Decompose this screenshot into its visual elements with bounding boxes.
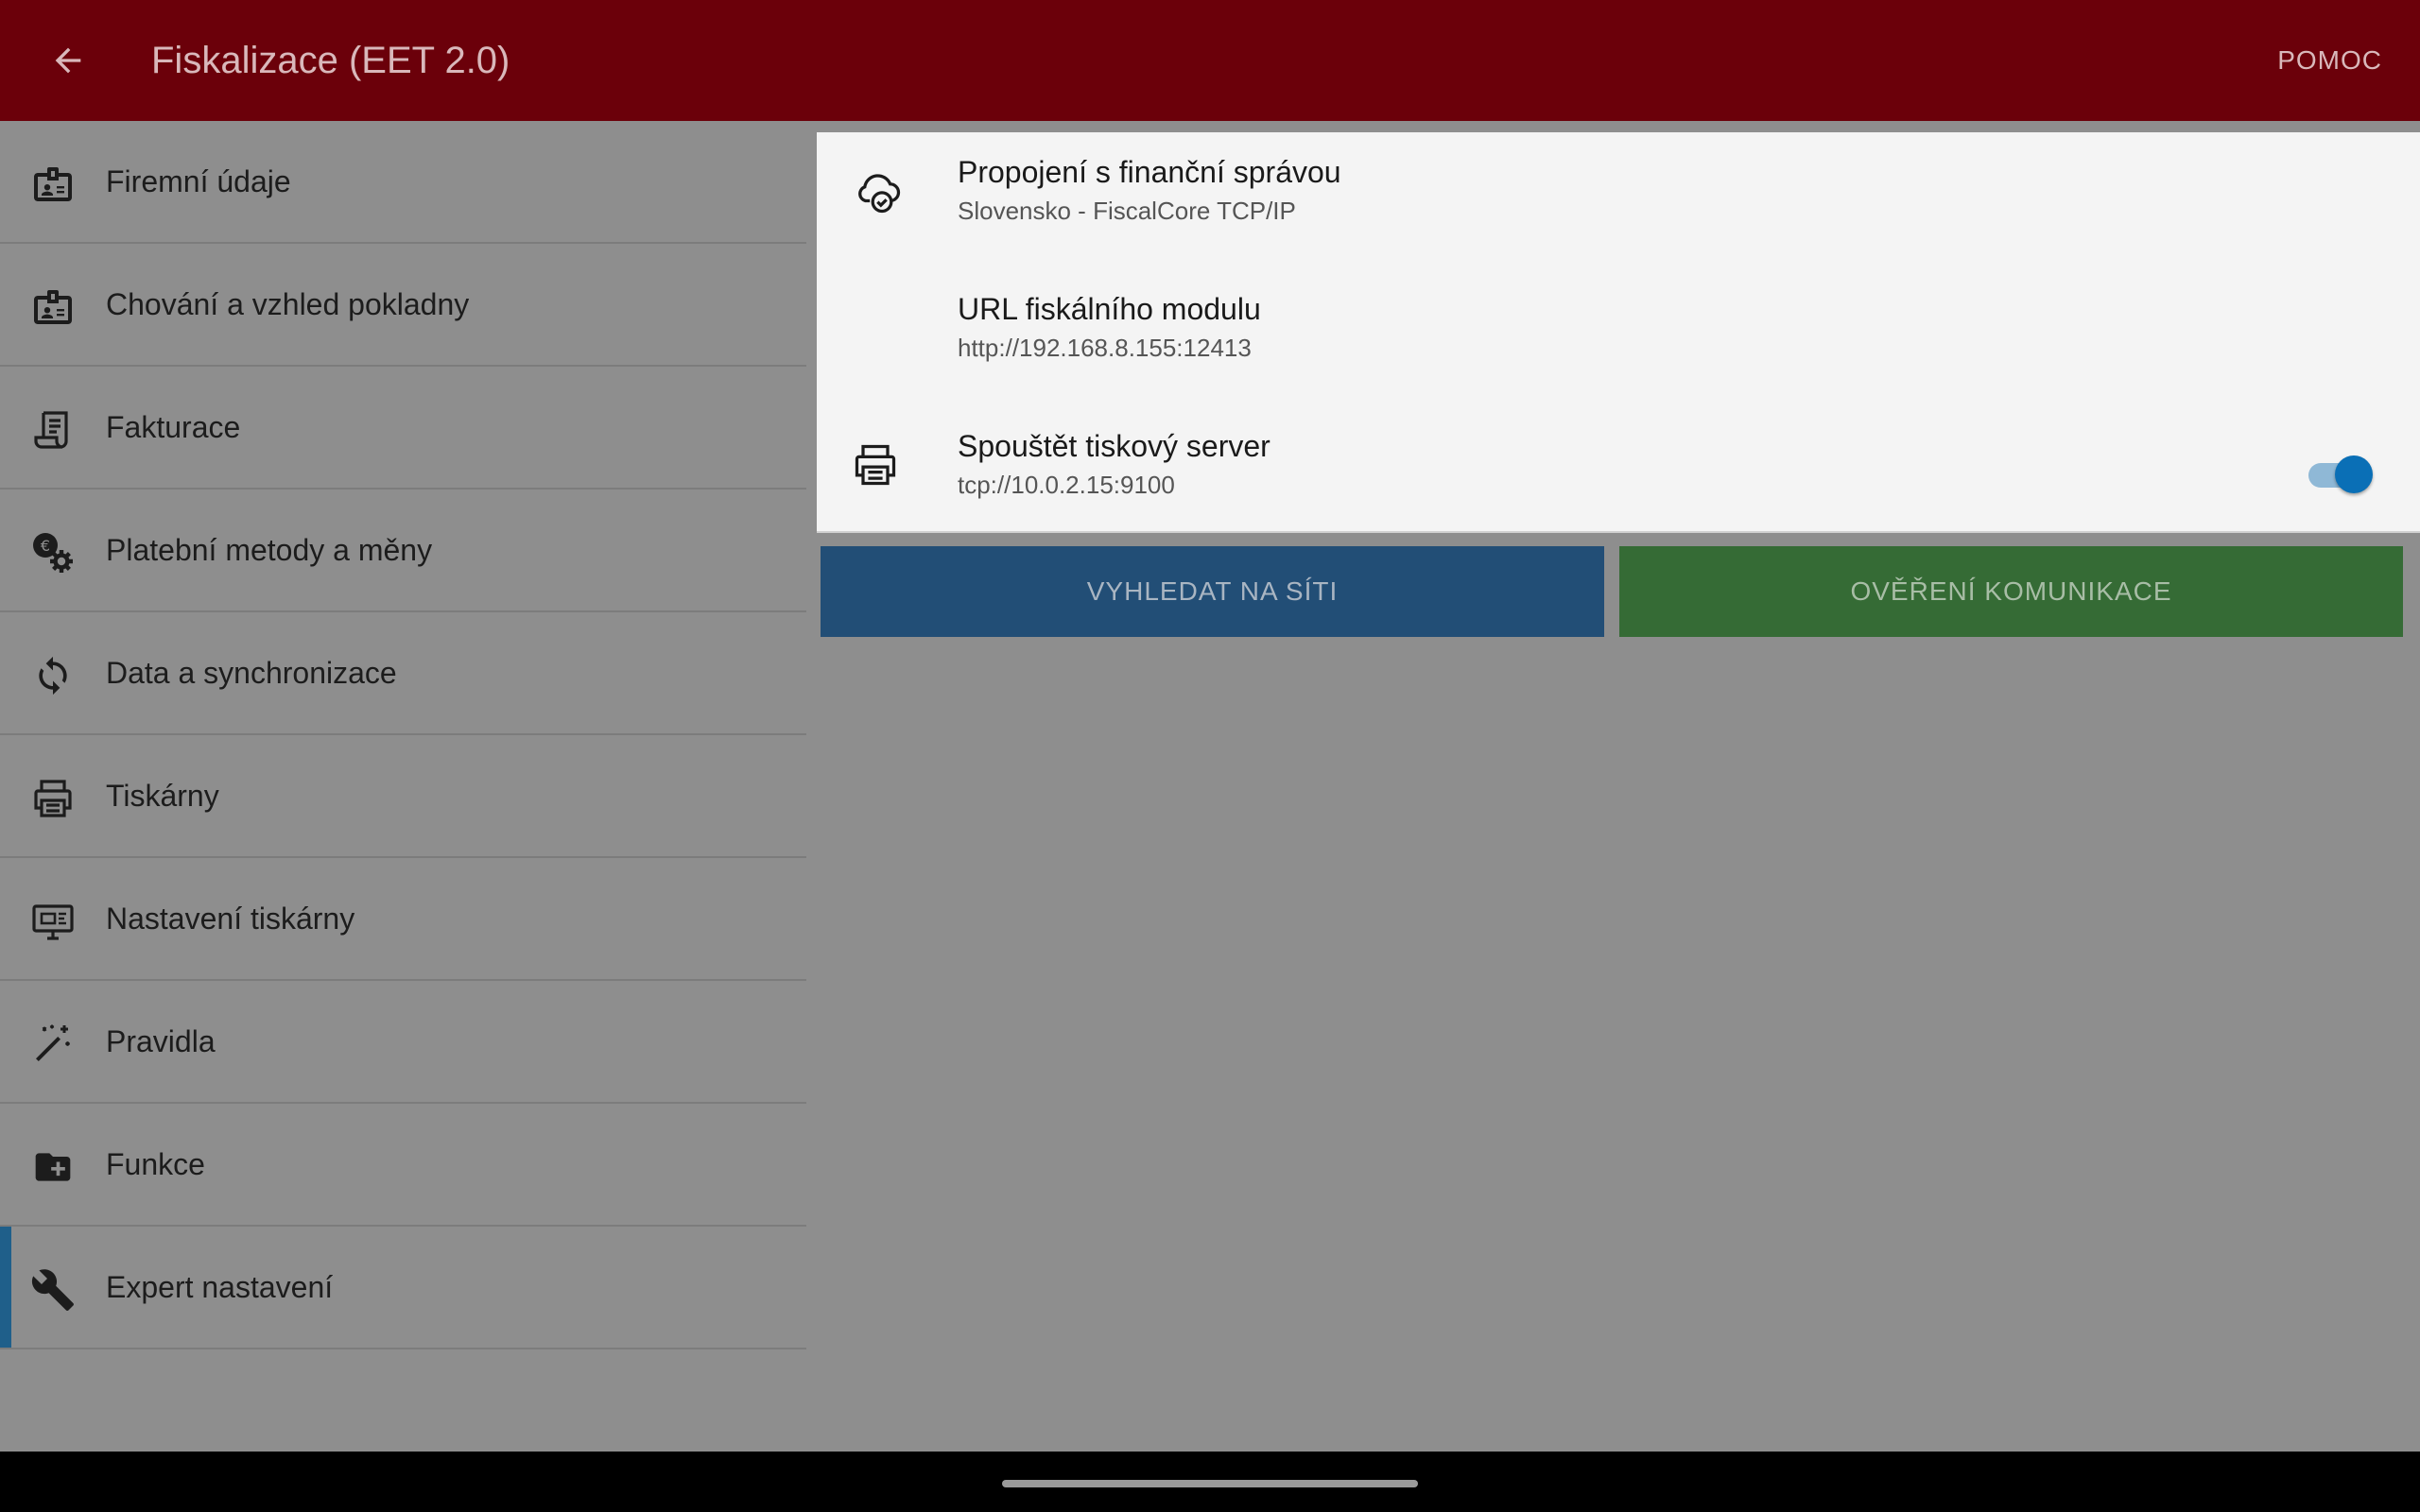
system-nav-bar [0,1452,2420,1512]
page-title: Fiskalizace (EET 2.0) [151,39,510,81]
sidebar-item-register-behavior[interactable]: Chování a vzhled pokladny [0,244,806,367]
pref-financial-connection[interactable]: Propojení s finanční správou Slovensko -… [817,132,2420,265]
sidebar-item-label: Tiskárny [106,778,219,813]
register-badge-icon [28,283,78,332]
pref-summary: tcp://10.0.2.15:9100 [958,471,1175,499]
sidebar-item-rules[interactable]: Pravidla [0,981,806,1104]
company-badge-icon [28,160,78,209]
app-bar: Fiskalizace (EET 2.0) POMOC [0,0,2420,121]
currency-gear-icon: € [28,528,78,577]
toggle-thumb [2335,455,2373,493]
gesture-handle[interactable] [1002,1480,1418,1487]
fiscalization-preferences: Propojení s finanční správou Slovensko -… [817,132,2420,533]
pref-title: Propojení s finanční správou [958,155,1341,189]
sidebar-item-printers[interactable]: Tiskárny [0,735,806,858]
sidebar-item-expert-settings[interactable]: Expert nastavení [0,1227,806,1349]
magic-wand-icon [28,1020,78,1069]
settings-sidebar: Firemní údaje Chování a vzhled pokladny … [0,121,806,1452]
cloud-check-icon [845,161,906,221]
folder-plus-icon [28,1143,78,1192]
sidebar-item-data-sync[interactable]: Data a synchronizace [0,612,806,735]
printer-icon [28,774,78,823]
sidebar-item-label: Funkce [106,1146,205,1181]
sidebar-item-label: Platební metody a měny [106,532,433,567]
sidebar-item-printer-settings[interactable]: Nastavení tiskárny [0,858,806,981]
sidebar-item-label: Firemní údaje [106,163,291,198]
pref-print-server[interactable]: Spouštět tiskový server tcp://10.0.2.15:… [817,406,2420,539]
verify-communication-button[interactable]: OVĚŘENÍ KOMUNIKACE [1619,546,2403,637]
back-button[interactable] [38,30,98,91]
pref-title: Spouštět tiskový server [958,429,1270,463]
invoice-scroll-icon [28,405,78,455]
wrench-icon [28,1265,78,1314]
printer-icon [845,435,906,495]
pref-module-url[interactable]: URL fiskálního modulu http://192.168.8.1… [817,269,2420,402]
sidebar-item-label: Chování a vzhled pokladny [106,286,470,321]
sidebar-item-invoicing[interactable]: Fakturace [0,367,806,490]
printer-settings-icon [28,897,78,946]
arrow-back-icon [55,47,81,74]
sidebar-item-functions[interactable]: Funkce [0,1104,806,1227]
pref-title: URL fiskálního modulu [958,292,1261,326]
sidebar-item-label: Expert nastavení [106,1269,334,1304]
pref-summary: http://192.168.8.155:12413 [958,334,1252,362]
print-server-toggle[interactable] [2305,455,2373,493]
sidebar-item-company[interactable]: Firemní údaje [0,121,806,244]
help-button[interactable]: POMOC [2277,0,2382,121]
sidebar-item-label: Fakturace [106,409,241,444]
sync-icon [28,651,78,700]
sidebar-item-payment-methods[interactable]: € Platební metody a měny [0,490,806,612]
svg-text:€: € [41,537,50,555]
sidebar-item-label: Data a synchronizace [106,655,397,690]
sidebar-item-label: Nastavení tiskárny [106,901,355,936]
search-network-button[interactable]: VYHLEDAT NA SÍTI [821,546,1604,637]
sidebar-item-label: Pravidla [106,1023,216,1058]
pref-summary: Slovensko - FiscalCore TCP/IP [958,197,1296,225]
